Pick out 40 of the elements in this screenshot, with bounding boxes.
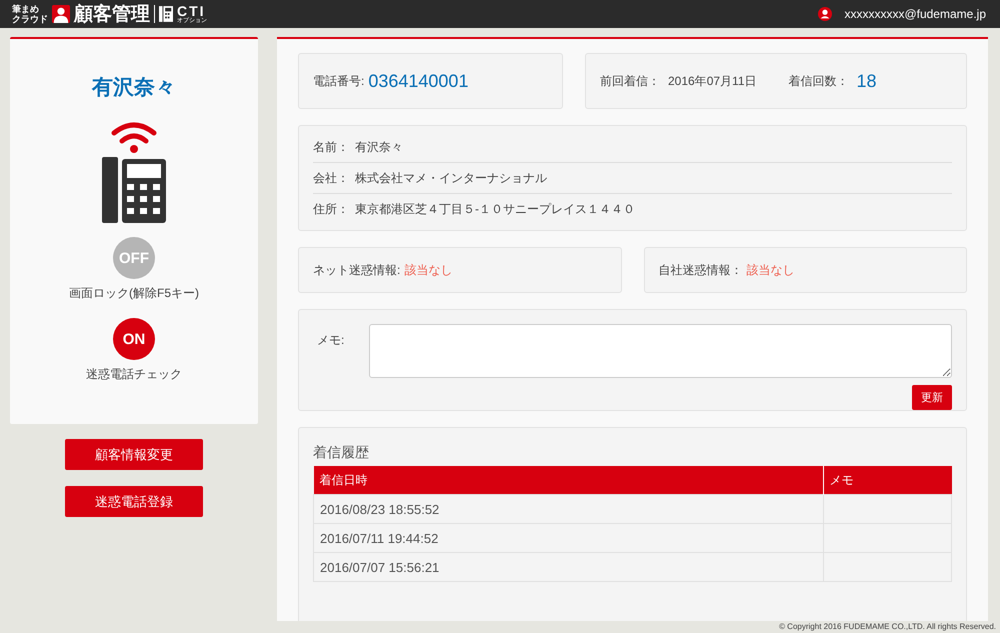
field-value: 該当なし xyxy=(746,262,794,278)
user-email[interactable]: xxxxxxxxxx@fudemame.jp xyxy=(844,7,986,21)
memo-field[interactable] xyxy=(369,324,952,378)
toggle-label: 画面ロック(解除F5キー) xyxy=(69,285,199,302)
table-cell: 2016/07/11 19:44:52 xyxy=(314,524,823,552)
field-value: 有沢奈々 xyxy=(355,138,403,156)
field-value: 2016年07月11日 xyxy=(668,72,756,90)
table-cell: 2016/08/23 18:55:52 xyxy=(314,494,823,524)
field-label: 住所： xyxy=(313,200,349,218)
field-value: 株式会社マメ・インターナショナル xyxy=(355,170,547,186)
table-cell: 2016/07/07 15:56:21 xyxy=(314,552,823,582)
action-button[interactable]: 顧客情報変更 xyxy=(65,439,203,470)
column-header: メモ xyxy=(823,466,952,494)
logo-title: 顧客管理 xyxy=(74,2,150,27)
action-button[interactable]: 迷惑電話登録 xyxy=(65,486,203,517)
history-title: 着信履歴 xyxy=(313,444,370,462)
phone-number: 0364140001 xyxy=(368,70,468,92)
toggle-label: 迷惑電話チェック xyxy=(86,366,182,383)
field-value: 東京都港区芝４丁目５-１０サニープレイス１４４０ xyxy=(355,200,635,218)
field-label: 自社迷惑情報： xyxy=(658,262,742,278)
field-label: 前回着信： xyxy=(600,72,660,90)
caller-name: 有沢奈々 xyxy=(92,75,176,101)
field-label: ネット迷惑情報: xyxy=(313,262,400,278)
field-label: 電話番号: xyxy=(313,72,364,90)
call-count: 18 xyxy=(856,70,877,92)
calculator-icon xyxy=(159,5,173,23)
toggle-switch[interactable]: ON xyxy=(113,318,155,360)
memo-label: メモ: xyxy=(317,332,346,349)
user-icon xyxy=(818,7,832,21)
logo-text: 筆まめ xyxy=(12,4,40,14)
column-header: 着信日時 xyxy=(314,466,823,494)
field-label: 会社： xyxy=(313,170,349,186)
person-icon xyxy=(52,5,70,23)
copyright: © Copyright 2016 FUDEMAME CO.,LTD. All rights Reserved. xyxy=(779,622,996,631)
field-label: 名前： xyxy=(313,138,349,156)
logo-text: CTI xyxy=(177,4,206,18)
field-label: 着信回数： xyxy=(788,72,848,90)
field-value: 該当なし xyxy=(404,262,452,278)
update-button[interactable]: 更新 xyxy=(912,385,952,410)
logo-text: クラウド xyxy=(12,14,48,24)
